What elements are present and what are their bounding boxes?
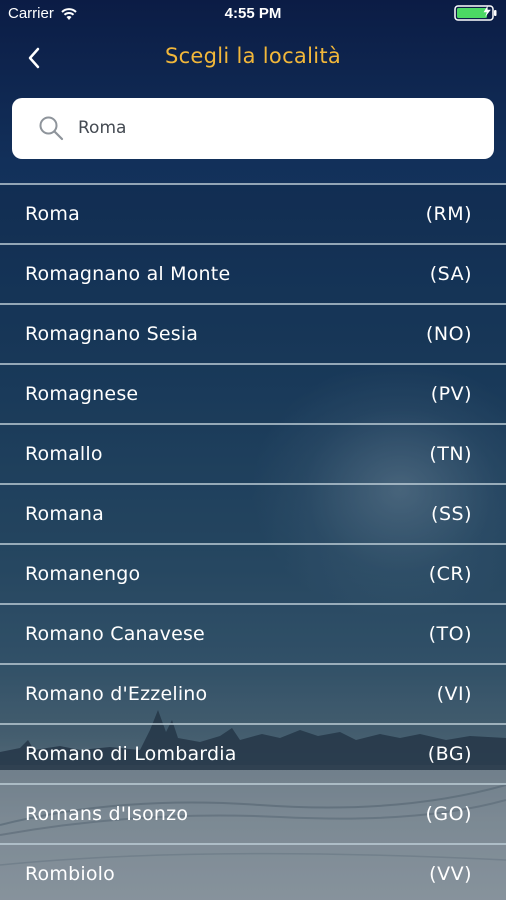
list-item[interactable]: Romana (SS) — [0, 483, 506, 543]
province-code: (VI) — [436, 683, 472, 705]
province-code: (PV) — [430, 383, 472, 405]
search-input[interactable] — [78, 110, 478, 146]
list-item[interactable]: Romano d'Ezzelino (VI) — [0, 663, 506, 723]
province-code: (CR) — [428, 563, 472, 585]
location-name: Romagnano Sesia — [25, 323, 199, 345]
list-item[interactable]: Rombiolo (VV) — [0, 843, 506, 900]
province-code: (GO) — [425, 803, 472, 825]
result-list: Roma (RM) Romagnano al Monte (SA) Romagn… — [0, 183, 506, 900]
list-item[interactable]: Romano di Lombardia (BG) — [0, 723, 506, 783]
list-item[interactable]: Roma (RM) — [0, 183, 506, 243]
province-code: (TO) — [428, 623, 472, 645]
list-item[interactable]: Romano Canavese (TO) — [0, 603, 506, 663]
province-code: (NO) — [426, 323, 472, 345]
search-box[interactable] — [12, 98, 494, 159]
province-code: (SS) — [431, 503, 472, 525]
app-screen: Carrier 4:55 PM Scegli la località Roma … — [0, 0, 506, 900]
location-name: Romano d'Ezzelino — [25, 683, 208, 705]
status-time: 4:55 PM — [224, 5, 282, 22]
location-name: Romanengo — [25, 563, 141, 585]
battery-charging-icon — [454, 5, 497, 21]
province-code: (RM) — [425, 203, 472, 225]
location-name: Romano Canavese — [25, 623, 205, 645]
list-item[interactable]: Romans d'Isonzo (GO) — [0, 783, 506, 843]
status-bar: Carrier 4:55 PM — [0, 0, 506, 28]
list-item[interactable]: Romagnano Sesia (NO) — [0, 303, 506, 363]
location-name: Rombiolo — [25, 863, 115, 885]
location-name: Romagnano al Monte — [25, 263, 231, 285]
province-code: (SA) — [429, 263, 472, 285]
location-name: Roma — [25, 203, 80, 225]
list-item[interactable]: Romagnano al Monte (SA) — [0, 243, 506, 303]
location-name: Romagnese — [25, 383, 139, 405]
list-item[interactable]: Romagnese (PV) — [0, 363, 506, 423]
location-name: Romallo — [25, 443, 103, 465]
province-code: (VV) — [429, 863, 472, 885]
location-name: Romans d'Isonzo — [25, 803, 189, 825]
location-name: Romano di Lombardia — [25, 743, 237, 765]
page-title: Scegli la località — [164, 44, 342, 68]
location-name: Romana — [25, 503, 105, 525]
province-code: (TN) — [429, 443, 472, 465]
navigation-bar: Scegli la località — [0, 36, 506, 80]
list-item[interactable]: Romallo (TN) — [0, 423, 506, 483]
province-code: (BG) — [427, 743, 472, 765]
list-item[interactable]: Romanengo (CR) — [0, 543, 506, 603]
search-icon — [39, 116, 64, 141]
